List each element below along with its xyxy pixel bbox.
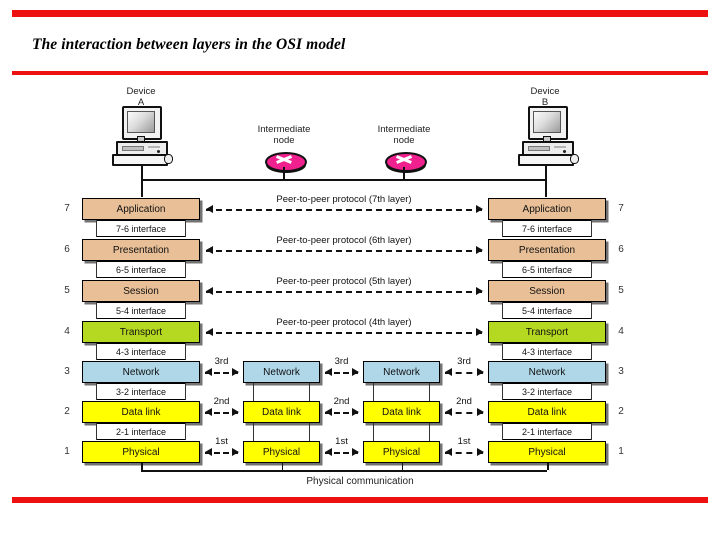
device-a-icon: [110, 106, 173, 166]
interface-strip-6: 2-1 interface: [502, 423, 592, 440]
page-title: The interaction between layers in the OS…: [32, 36, 346, 53]
hop-label-network-3: 3rd: [457, 356, 471, 367]
mouse-part: [570, 154, 579, 164]
interface-strip-3: 5-4 interface: [96, 302, 186, 319]
layer-box-physical: Physical: [488, 441, 606, 463]
interface-strip-5: 3-2 interface: [96, 383, 186, 400]
layer-number-2: 2: [64, 406, 70, 417]
peer-protocol-label-3: Peer-to-peer protocol (5th layer): [276, 276, 412, 287]
hop-label-physical-2: 1st: [335, 436, 348, 447]
bottom-red-rule: [12, 497, 708, 503]
layer-box-network: Network: [82, 361, 200, 383]
hop-label-physical-1: 1st: [215, 436, 228, 447]
slide-canvas: The interaction between layers in the OS…: [0, 0, 720, 540]
screen-part: [127, 111, 155, 133]
interface-strip-3: 5-4 interface: [502, 302, 592, 319]
intermediate-node-2-icon: [385, 152, 427, 179]
layer-number-1: 1: [64, 446, 70, 457]
intermediate-node-1-label-sub: node: [273, 135, 295, 146]
hop-label-datalink-1: 2nd: [213, 396, 230, 407]
device-b-icon: [516, 106, 579, 166]
physical-communication-caption: Physical communication: [306, 476, 414, 487]
layer-box-application: Application: [82, 198, 200, 220]
interface-strip-4: 4-3 interface: [502, 343, 592, 360]
mid-layer-box-1-network: Network: [243, 361, 320, 383]
layer-box-presentation: Presentation: [488, 239, 606, 261]
intermediate-node-2-label: Intermediate: [377, 124, 431, 135]
layer-box-session: Session: [82, 280, 200, 302]
layer-number-3: 3: [64, 366, 70, 377]
mid-layer-box-1-data-link: Data link: [243, 401, 320, 423]
screen-part: [533, 111, 561, 133]
intermediate-node-1-icon: [265, 152, 307, 179]
hop-label-network-1: 3rd: [214, 356, 229, 367]
intermediate-node-2-label-sub: node: [393, 135, 415, 146]
hop-label-datalink-2: 2nd: [333, 396, 350, 407]
layer-number-1: 1: [618, 446, 624, 457]
monitor-part: [122, 106, 162, 140]
peer-protocol-label-2: Peer-to-peer protocol (6th layer): [276, 235, 412, 246]
hop-label-network-2: 3rd: [334, 356, 349, 367]
mid-layer-box-2-network: Network: [363, 361, 440, 383]
mid-layer-box-2-physical: Physical: [363, 441, 440, 463]
layer-number-6: 6: [618, 244, 624, 255]
mid-layer-box-1-physical: Physical: [243, 441, 320, 463]
interface-strip-4: 4-3 interface: [96, 343, 186, 360]
layer-number-5: 5: [64, 285, 70, 296]
interface-strip-6: 2-1 interface: [96, 423, 186, 440]
top-red-rule: [12, 10, 708, 17]
interface-strip-1: 7-6 interface: [502, 220, 592, 237]
layer-number-6: 6: [64, 244, 70, 255]
device-b-label: Device: [530, 86, 560, 97]
device-a-label: Device: [126, 86, 156, 97]
peer-protocol-label-1: Peer-to-peer protocol (7th layer): [276, 194, 412, 205]
mouse-part: [164, 154, 173, 164]
layer-box-transport: Transport: [82, 321, 200, 343]
interface-strip-2: 6-5 interface: [502, 261, 592, 278]
layer-number-7: 7: [64, 203, 70, 214]
physical-communication-bus: [141, 470, 547, 472]
layer-number-4: 4: [64, 326, 70, 337]
layer-number-2: 2: [618, 406, 624, 417]
layer-box-presentation: Presentation: [82, 239, 200, 261]
layer-box-data-link: Data link: [82, 401, 200, 423]
mid-layer-box-2-data-link: Data link: [363, 401, 440, 423]
layer-box-data-link: Data link: [488, 401, 606, 423]
peer-protocol-label-4: Peer-to-peer protocol (4th layer): [276, 317, 412, 328]
keyboard-part: [112, 154, 168, 166]
intermediate-node-1-label: Intermediate: [257, 124, 311, 135]
layer-number-7: 7: [618, 203, 624, 214]
layer-box-physical: Physical: [82, 441, 200, 463]
interface-strip-1: 7-6 interface: [96, 220, 186, 237]
layer-box-application: Application: [488, 198, 606, 220]
monitor-part: [528, 106, 568, 140]
middle-red-rule: [12, 71, 708, 75]
interface-strip-5: 3-2 interface: [502, 383, 592, 400]
layer-number-4: 4: [618, 326, 624, 337]
layer-number-3: 3: [618, 366, 624, 377]
layer-box-network: Network: [488, 361, 606, 383]
hop-label-physical-3: 1st: [457, 436, 471, 447]
top-link-wire: [141, 179, 547, 181]
layer-box-transport: Transport: [488, 321, 606, 343]
hop-label-datalink-3: 2nd: [456, 396, 472, 407]
interface-strip-2: 6-5 interface: [96, 261, 186, 278]
layer-number-5: 5: [618, 285, 624, 296]
layer-box-session: Session: [488, 280, 606, 302]
